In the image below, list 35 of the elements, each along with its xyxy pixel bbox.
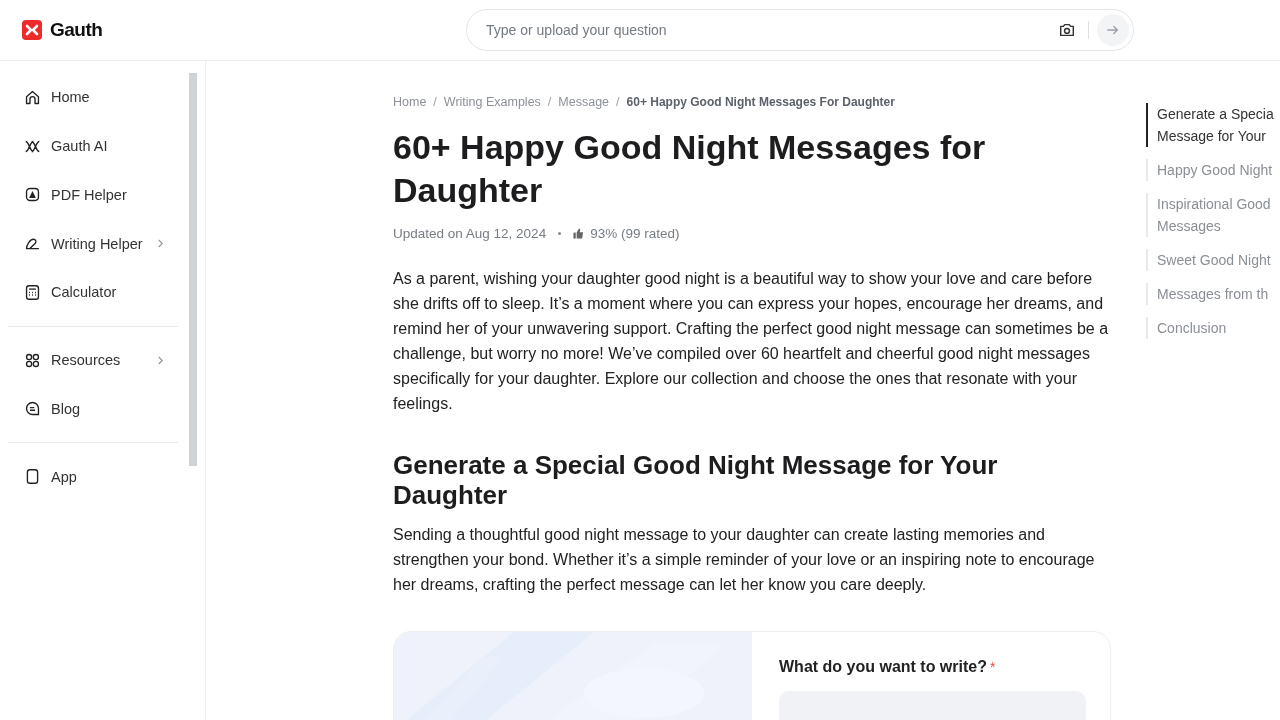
phone-icon (24, 468, 41, 486)
calculator-icon (24, 283, 41, 301)
document-icon (24, 186, 41, 204)
sidebar-item[interactable]: App (8, 452, 178, 502)
breadcrumb-separator: / (616, 95, 620, 109)
logo-icon (22, 20, 42, 40)
home-icon (24, 88, 41, 106)
sidebar-item[interactable]: Home (8, 73, 178, 122)
rating-text: 93% (99 rated) (590, 226, 680, 241)
sidebar-item[interactable]: Writing Helper (8, 219, 178, 269)
chat-icon (24, 400, 41, 418)
sidebar-item[interactable]: Blog (8, 384, 178, 434)
sidebar-item[interactable]: PDF Helper (8, 170, 178, 220)
search-input[interactable]: Type or upload your question (484, 21, 1058, 39)
thumbs-up-icon (573, 228, 585, 239)
required-mark: * (990, 659, 996, 675)
form-label: What do you want to write? (779, 658, 987, 676)
submit-button[interactable] (1097, 14, 1129, 46)
breadcrumb-separator: / (547, 95, 552, 109)
sidebar-item[interactable]: Calculator (8, 268, 178, 317)
section-paragraph: Sending a thoughtful good night message to your daughter can create lasting memories and strengthen your bond. Whether it’s a simple reminder of your love or an inspiring note to encourage her dreams, crafting the perfect message can let her know you care deeply. (393, 525, 1096, 595)
updated-date: Updated on Aug 12, 2024 (393, 226, 547, 241)
intro-paragraph: As a parent, wishing your daughter good night is a beautiful way to show your love and care before she drifts off to sleep. It’s a moment where you can express your hopes, encourage her dreams, and remind her of your unwavering support. Crafting the perfect good night message can sometimes be a challenge, but worry no more! We’ve compiled over 60 heartfelt and cheerful good night messages specifically for your daughter. Explore our collection and choose the ones that resonate with your feelings. (393, 269, 1110, 414)
scrollbar[interactable] (189, 73, 197, 466)
sidebar-item[interactable]: Gauth AI (8, 121, 178, 171)
article-title: 60+ Happy Good Night Messages for Daughter (393, 127, 987, 211)
sidebar-item[interactable]: Resources (8, 335, 178, 385)
toc-link[interactable]: Generate a Specia Message for Your (1146, 103, 1280, 147)
section-heading: Generate a Special Good Night Message for Your Daughter (393, 450, 999, 510)
logo-text: Gauth (50, 19, 103, 41)
breadcrumb-link[interactable]: 60+ Happy Good Night Messages For Daughter (626, 95, 895, 109)
breadcrumb-separator: / (433, 95, 437, 109)
camera-icon[interactable] (1058, 21, 1076, 39)
grid-icon (24, 351, 41, 369)
arrow-icon (1106, 23, 1120, 37)
